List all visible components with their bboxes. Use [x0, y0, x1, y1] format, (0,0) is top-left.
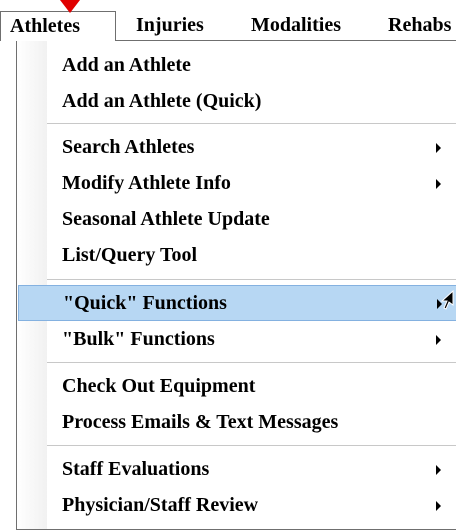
- menu-item-label: "Quick" Functions: [63, 292, 227, 314]
- menu-modalities[interactable]: Modalities: [251, 11, 341, 39]
- menu-item-label: Modify Athlete Info: [62, 172, 231, 194]
- menu-item-list-query-tool[interactable]: List/Query Tool: [47, 237, 456, 273]
- menu-item-physician-staff-review[interactable]: Physician/Staff Review: [47, 487, 456, 523]
- menu-item-staff-evaluations[interactable]: Staff Evaluations: [47, 451, 456, 487]
- menu-item-check-out-equipment[interactable]: Check Out Equipment: [47, 368, 456, 404]
- menu-item-label: Search Athletes: [62, 136, 195, 158]
- menu-item-add-athlete[interactable]: Add an Athlete: [47, 47, 456, 83]
- submenu-arrow-icon: [436, 501, 441, 511]
- menu-item-label: Add an Athlete: [62, 54, 191, 76]
- menu-item-label: Process Emails & Text Messages: [62, 411, 339, 433]
- menu-rehabs[interactable]: Rehabs: [388, 11, 451, 39]
- menu-item-label: Physician/Staff Review: [62, 494, 259, 516]
- menu-separator: [47, 123, 456, 125]
- menu-item-seasonal-athlete-update[interactable]: Seasonal Athlete Update: [47, 201, 456, 237]
- submenu-arrow-icon: [436, 143, 441, 153]
- menu-item-label: List/Query Tool: [62, 244, 198, 266]
- menu-item-label: Check Out Equipment: [62, 375, 256, 397]
- menu-item-add-athlete-quick[interactable]: Add an Athlete (Quick): [47, 83, 456, 119]
- menu-item-bulk-functions[interactable]: "Bulk" Functions: [47, 321, 456, 357]
- menu-injuries[interactable]: Injuries: [136, 11, 204, 39]
- menu-athletes[interactable]: Athletes: [0, 11, 116, 41]
- submenu-arrow-icon: [436, 179, 441, 189]
- submenu-arrow-icon: [436, 465, 441, 475]
- menu-item-process-emails[interactable]: Process Emails & Text Messages: [47, 404, 456, 440]
- menu-item-label: "Bulk" Functions: [62, 328, 215, 350]
- menu-separator: [47, 445, 456, 447]
- mouse-pointer-icon: [440, 290, 454, 310]
- menu-item-label: Seasonal Athlete Update: [62, 208, 270, 230]
- menu-separator: [47, 362, 456, 364]
- athletes-dropdown-menu: Add an Athlete Add an Athlete (Quick) Se…: [16, 40, 456, 530]
- annotation-arrow-icon: [60, 0, 80, 13]
- menu-item-search-athletes[interactable]: Search Athletes: [47, 129, 456, 165]
- menu-item-label: Add an Athlete (Quick): [62, 90, 262, 112]
- menu-separator: [47, 279, 456, 281]
- menu-item-modify-athlete-info[interactable]: Modify Athlete Info: [47, 165, 456, 201]
- menu-item-label: Staff Evaluations: [62, 458, 210, 480]
- menu-item-quick-functions[interactable]: "Quick" Functions: [18, 285, 456, 321]
- submenu-arrow-icon: [436, 335, 441, 345]
